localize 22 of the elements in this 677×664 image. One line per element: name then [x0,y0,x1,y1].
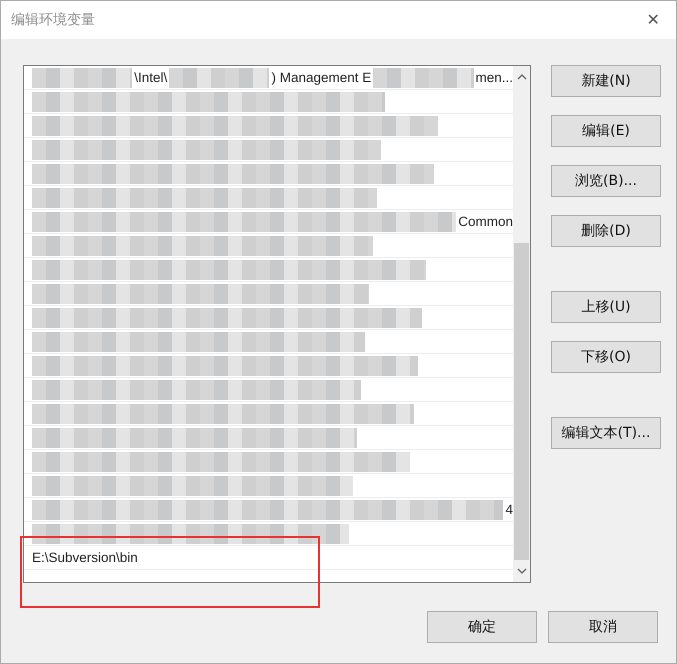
dialog-button[interactable]: 编辑文本(T)... [551,417,661,449]
scrollbar-thumb[interactable] [514,243,529,560]
dialog-button[interactable]: 取消 [548,611,658,643]
path-entry[interactable]: Common [458,214,513,229]
close-button[interactable]: ✕ [630,1,676,39]
dialog-button[interactable]: 编辑(E) [551,115,661,147]
dialog-button[interactable]: 确定 [427,611,537,643]
path-entry[interactable]: \Intel\ [134,70,168,85]
dialog-button[interactable]: 下移(O) [551,341,661,373]
path-entry[interactable]: 4 [505,502,513,517]
dialog-button[interactable]: 上移(U) [551,291,661,323]
dialog-button[interactable]: 新建(N) [551,65,661,97]
scroll-down-icon[interactable] [516,568,526,574]
scroll-up-icon[interactable] [516,74,526,80]
path-entry[interactable]: men... [476,70,513,85]
dialog-button[interactable]: 浏览(B)... [551,165,661,197]
path-list[interactable]: \Intel\ ) Management E men... Common 4 E:\Subversion\bin [23,65,531,583]
path-entry[interactable]: E:\Subversion\bin [32,550,138,565]
path-entry[interactable]: ) Management E [271,70,372,85]
scrollbar[interactable] [513,66,530,582]
dialog-button[interactable]: 删除(D) [551,215,661,247]
window-title: 编辑环境变量 [11,11,95,29]
